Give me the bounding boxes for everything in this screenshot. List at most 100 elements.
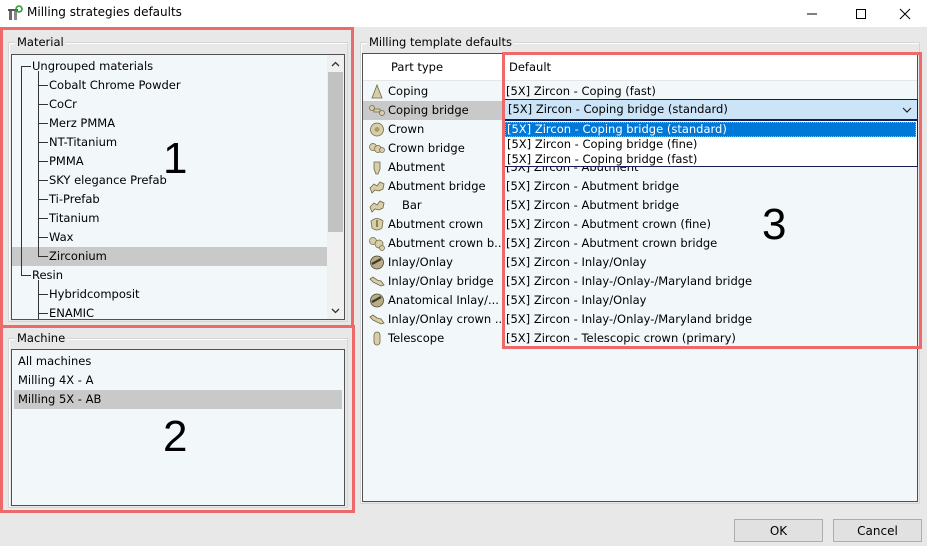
part-type-label: Inlay/Onlay crown ... bbox=[388, 312, 506, 326]
default-template-cell[interactable]: [5X] Zircon - Abutment bridge bbox=[506, 196, 679, 215]
inlay-onlay-crown-icon bbox=[369, 314, 385, 325]
table-row[interactable]: Abutment bridge [5X] Zircon - Abutment br… bbox=[363, 177, 917, 196]
part-type-cell[interactable]: Abutment bridge bbox=[363, 177, 504, 196]
table-row[interactable]: Inlay/Onlay crown ... [5X] Zircon - Inlay… bbox=[363, 310, 917, 329]
tree-item-label: Merz PMMA bbox=[49, 116, 116, 130]
minimize-icon bbox=[807, 13, 817, 14]
default-template-cell[interactable]: [5X] Zircon - Inlay/Onlay bbox=[506, 253, 646, 272]
ok-button[interactable]: OK bbox=[734, 519, 823, 542]
chevron-up-icon bbox=[331, 61, 340, 66]
tree-item[interactable]: Cobalt Chrome Powder bbox=[12, 76, 327, 95]
tree-item-label: Ungrouped materials bbox=[32, 59, 154, 73]
tree-item[interactable]: ENAMIC bbox=[12, 304, 327, 320]
part-type-cell[interactable]: Crown bridge bbox=[363, 139, 504, 158]
tree-connector bbox=[38, 161, 48, 162]
inlay-onlay-bridge-icon bbox=[369, 276, 385, 287]
tree-connector bbox=[38, 199, 48, 200]
crown-icon bbox=[370, 122, 384, 137]
machine-item[interactable]: Milling 5X - AB bbox=[14, 390, 342, 409]
tree-item-label: Resin bbox=[32, 268, 64, 282]
tree-item[interactable]: Wax bbox=[12, 228, 327, 247]
chevron-down-icon bbox=[331, 308, 340, 313]
column-header-part-type[interactable]: Part type bbox=[391, 54, 443, 81]
table-row[interactable]: Abutment crown [5X] Zircon - Abutment cro… bbox=[363, 215, 917, 234]
tree-item-label: Hybridcomposit bbox=[49, 287, 140, 301]
cancel-button[interactable]: Cancel bbox=[833, 519, 922, 542]
tree-item[interactable]: Zirconium bbox=[12, 247, 327, 266]
tree-item[interactable]: CoCr bbox=[12, 95, 327, 114]
tree-item[interactable]: Ti-Prefab bbox=[12, 190, 327, 209]
machine-item[interactable]: Milling 4X - A bbox=[14, 371, 342, 390]
annotation-2: 2 bbox=[163, 412, 188, 461]
tree-item-label: Titanium bbox=[49, 211, 100, 225]
bar-icon bbox=[369, 200, 385, 213]
tree-connector bbox=[38, 142, 48, 143]
part-type-cell[interactable]: Inlay/Onlay bbox=[363, 253, 504, 272]
material-tree[interactable]: Ungrouped materials Cobalt Chrome Powder C… bbox=[11, 54, 345, 320]
tree-item[interactable]: Resin bbox=[12, 266, 327, 285]
part-type-cell[interactable]: Abutment crown b... bbox=[363, 234, 505, 253]
part-type-cell[interactable]: Inlay/Onlay bridge bbox=[363, 272, 504, 291]
title-bar: Milling strategies defaults bbox=[0, 0, 927, 27]
part-type-cell[interactable]: Anatomical Inlay/... bbox=[363, 291, 504, 310]
part-type-cell[interactable]: Abutment bbox=[363, 158, 504, 177]
machine-item[interactable]: All machines bbox=[14, 352, 342, 371]
grid-header: Part type Default bbox=[363, 54, 917, 81]
default-template-cell[interactable]: [5X] Zircon - Inlay-/Onlay-/Maryland bri… bbox=[506, 272, 752, 291]
scroll-down-button[interactable] bbox=[327, 302, 344, 319]
table-row[interactable]: Abutment crown b... [5X] Zircon - Abutmen… bbox=[363, 234, 917, 253]
tree-connector bbox=[21, 275, 31, 276]
maximize-button[interactable] bbox=[838, 0, 884, 27]
part-type-cell[interactable]: Coping bbox=[363, 82, 504, 101]
tree-item[interactable]: Ungrouped materials bbox=[12, 57, 327, 76]
dropdown-option[interactable]: [5X] Zircon - Coping bridge (fast) bbox=[505, 152, 916, 167]
part-type-cell[interactable]: Abutment crown bbox=[363, 215, 504, 234]
table-row[interactable]: Inlay/Onlay bridge [5X] Zircon - Inlay-/O… bbox=[363, 272, 917, 291]
tree-item[interactable]: Hybridcomposit bbox=[12, 285, 327, 304]
chevron-down-icon bbox=[902, 107, 912, 113]
tree-item[interactable]: Merz PMMA bbox=[12, 114, 327, 133]
tree-item[interactable]: Titanium bbox=[12, 209, 327, 228]
tree-connector bbox=[38, 313, 48, 314]
part-type-cell[interactable]: Coping bridge bbox=[363, 101, 504, 120]
part-type-label: Telescope bbox=[388, 331, 445, 345]
table-row[interactable]: Telescope [5X] Zircon - Telescopic crown … bbox=[363, 329, 917, 348]
tree-item-label: SKY elegance Prefab bbox=[49, 173, 167, 187]
part-type-cell[interactable]: Bar bbox=[363, 196, 504, 215]
default-template-cell[interactable]: [5X] Zircon - Abutment crown bridge bbox=[506, 234, 717, 253]
material-tree-scrollbar[interactable] bbox=[327, 55, 344, 319]
part-type-cell[interactable]: Telescope bbox=[363, 329, 504, 348]
close-button[interactable] bbox=[882, 0, 927, 27]
table-row[interactable]: Inlay/Onlay [5X] Zircon - Inlay/Onlay bbox=[363, 253, 917, 272]
close-icon bbox=[899, 8, 911, 19]
tree-connector bbox=[38, 218, 48, 219]
part-type-label: Inlay/Onlay bridge bbox=[388, 274, 494, 288]
column-header-default[interactable]: Default bbox=[509, 54, 551, 81]
part-type-cell[interactable]: Crown bbox=[363, 120, 504, 139]
tree-item-label: Ti-Prefab bbox=[49, 192, 100, 206]
table-row[interactable]: Bar [5X] Zircon - Abutment bridge bbox=[363, 196, 917, 215]
abutment-icon bbox=[373, 161, 381, 175]
scroll-up-button[interactable] bbox=[327, 55, 344, 72]
machine-group-label: Machine bbox=[15, 331, 68, 345]
default-template-cell[interactable]: [5X] Zircon - Abutment bridge bbox=[506, 177, 679, 196]
coping-icon bbox=[371, 84, 383, 99]
tree-item-label: ENAMIC bbox=[49, 306, 95, 320]
abutment-crown-bridge-icon bbox=[369, 237, 385, 251]
dropdown-option[interactable]: [5X] Zircon - Coping bridge (standard) bbox=[505, 122, 916, 137]
window-title: Milling strategies defaults bbox=[27, 5, 182, 19]
default-template-combobox[interactable]: [5X] Zircon - Coping bridge (standard) bbox=[503, 99, 918, 120]
combobox-arrow[interactable] bbox=[901, 100, 913, 119]
default-template-cell[interactable]: [5X] Zircon - Inlay/Onlay bbox=[506, 291, 646, 310]
milling-tool-icon bbox=[8, 5, 23, 20]
default-template-cell[interactable]: [5X] Zircon - Abutment crown (fine) bbox=[506, 215, 711, 234]
part-type-cell[interactable]: Inlay/Onlay crown ... bbox=[363, 310, 506, 329]
minimize-button[interactable] bbox=[789, 0, 835, 27]
table-row[interactable]: Anatomical Inlay/... [5X] Zircon - Inlay/… bbox=[363, 291, 917, 310]
scroll-thumb[interactable] bbox=[328, 72, 343, 232]
annotation-3: 3 bbox=[762, 200, 787, 249]
default-template-cell[interactable]: [5X] Zircon - Telescopic crown (primary) bbox=[506, 329, 736, 348]
default-template-cell[interactable]: [5X] Zircon - Inlay-/Onlay-/Maryland bri… bbox=[506, 310, 752, 329]
dropdown-option[interactable]: [5X] Zircon - Coping bridge (fine) bbox=[505, 137, 916, 152]
tree-connector bbox=[38, 85, 48, 86]
